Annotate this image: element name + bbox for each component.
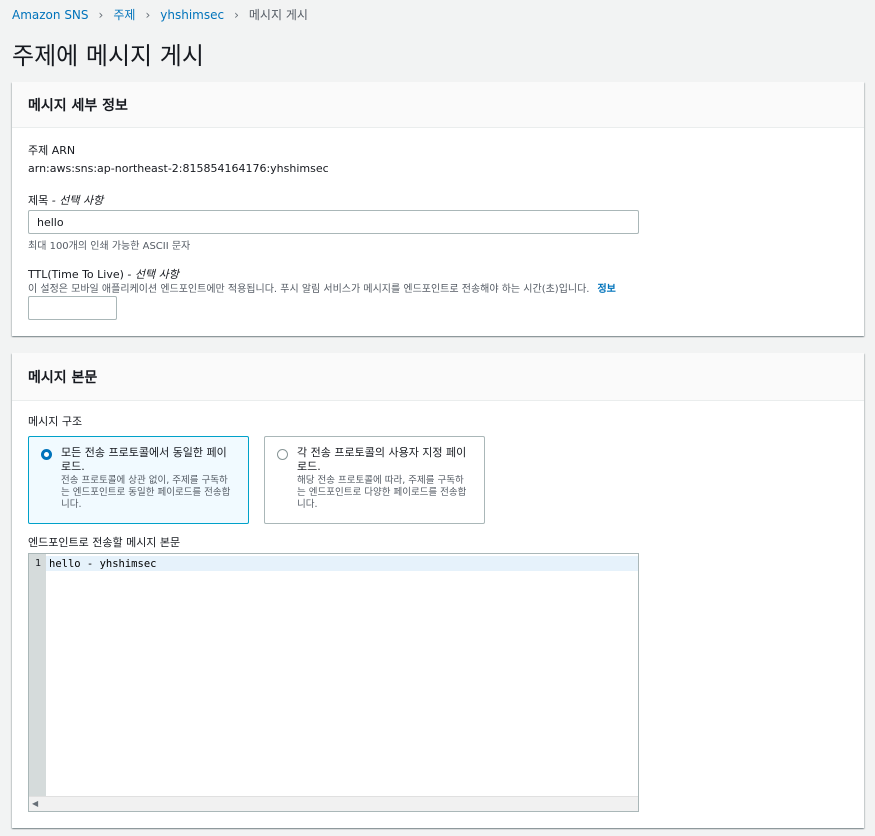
radio-tile-title: 각 전송 프로토콜의 사용자 지정 페이로드. xyxy=(297,446,467,473)
ttl-info-link[interactable]: 정보 xyxy=(597,284,615,295)
radio-tile-identical-payload[interactable]: 모든 전송 프로토콜에서 동일한 페이로드. 전송 프로토콜에 상관 없이, 주… xyxy=(28,436,249,524)
ttl-input[interactable] xyxy=(28,296,117,320)
breadcrumb-link-topic[interactable]: yhshimsec xyxy=(160,8,224,22)
radio-selected-icon[interactable] xyxy=(41,449,52,460)
radio-tile-title: 모든 전송 프로토콜에서 동일한 페이로드. xyxy=(61,446,227,473)
editor-gutter xyxy=(29,554,46,797)
radio-unselected-icon[interactable] xyxy=(277,449,288,460)
scroll-left-icon[interactable]: ◀ xyxy=(32,799,38,808)
editor-code-text[interactable]: hello - yhshimsec xyxy=(49,558,156,570)
editor-line-number: 1 xyxy=(35,558,42,569)
page-title: 주제에 메시지 게시 xyxy=(12,42,204,70)
topic-arn-value: arn:aws:sns:ap-northeast-2:815854164176:… xyxy=(28,162,329,175)
subject-optional-text: - 선택 사항 xyxy=(51,194,104,207)
breadcrumb-current: 메시지 게시 xyxy=(248,8,308,22)
chevron-right-icon: › xyxy=(234,7,239,22)
radio-tile-description: 해당 전송 프로토콜에 따라, 주제를 구독하는 엔드포인트로 다양한 페이로드… xyxy=(297,475,467,510)
ttl-hint: 이 설정은 모바일 애플리케이션 엔드포인트에만 적용됩니다. 푸시 알림 서비… xyxy=(28,280,616,295)
chevron-right-icon: › xyxy=(98,7,104,22)
subject-label: 제목 - 선택 사항 xyxy=(28,192,103,208)
breadcrumb-link-sns[interactable]: Amazon SNS xyxy=(12,8,89,22)
subject-hint: 최대 100개의 인쇄 가능한 ASCII 문자 xyxy=(28,241,191,252)
breadcrumb: Amazon SNS › 주제 › yhshimsec › 메시지 게시 xyxy=(12,6,308,23)
message-body-label: 엔드포인트로 전송할 메시지 본문 xyxy=(28,536,181,549)
message-details-panel: 메시지 세부 정보 주제 ARN arn:aws:sns:ap-northeas… xyxy=(12,82,864,336)
topic-arn-label: 주제 ARN xyxy=(28,144,76,157)
radio-tile-custom-payload[interactable]: 각 전송 프로토콜의 사용자 지정 페이로드. 해당 전송 프로토콜에 따라, … xyxy=(264,436,485,524)
ttl-hint-text: 이 설정은 모바일 애플리케이션 엔드포인트에만 적용됩니다. 푸시 알림 서비… xyxy=(28,284,590,295)
message-details-header: 메시지 세부 정보 xyxy=(12,82,864,128)
message-structure-label: 메시지 구조 xyxy=(28,415,83,428)
message-body-editor[interactable]: 1 hello - yhshimsec ◀ xyxy=(28,553,639,812)
radio-tile-description: 전송 프로토콜에 상관 없이, 주제를 구독하는 엔드포인트로 동일한 페이로드… xyxy=(61,475,231,510)
message-body-panel: 메시지 본문 메시지 구조 모든 전송 프로토콜에서 동일한 페이로드. 전송 … xyxy=(12,353,864,828)
message-body-header: 메시지 본문 xyxy=(12,353,864,401)
subject-label-text: 제목 xyxy=(28,194,49,207)
editor-horizontal-scrollbar[interactable]: ◀ xyxy=(29,796,638,811)
breadcrumb-link-topics[interactable]: 주제 xyxy=(113,6,135,23)
chevron-right-icon: › xyxy=(145,7,151,22)
subject-input[interactable]: hello xyxy=(28,210,639,234)
